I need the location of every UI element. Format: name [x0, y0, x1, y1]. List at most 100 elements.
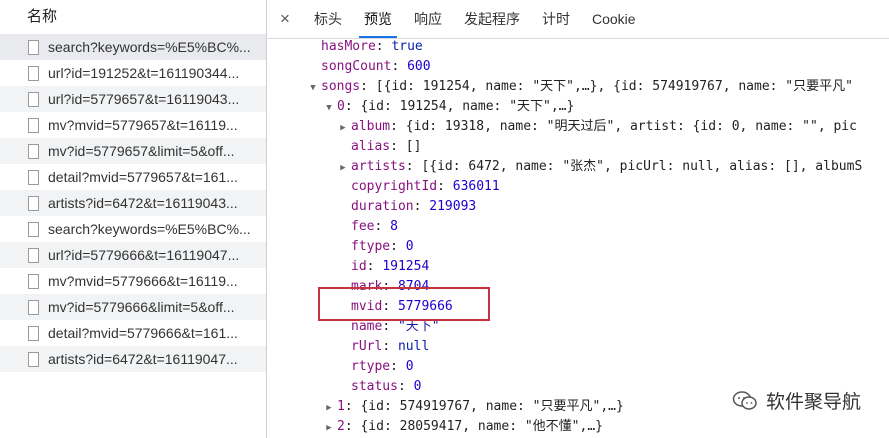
request-row[interactable]: mv?mvid=5779657&t=16119... — [0, 112, 266, 138]
tree-row: ftype: 0 — [351, 239, 414, 254]
collapse-arrow-icon[interactable]: ▼ — [323, 98, 335, 118]
expand-arrow-icon[interactable]: ▶ — [323, 418, 335, 438]
document-icon — [28, 143, 39, 159]
tree-row[interactable]: ▶ 1: {id: 574919767, name: "只要平凡",…} — [323, 397, 624, 417]
json-preview-tree: hasMore: true songCount: 600 ▼ songs: [{i… — [267, 38, 889, 438]
document-icon — [28, 273, 39, 289]
request-row[interactable]: artists?id=6472&t=16119043... — [0, 190, 266, 216]
request-name: url?id=191252&t=161190344... — [48, 65, 240, 81]
request-row[interactable]: artists?id=6472&t=16119047... — [0, 346, 266, 372]
document-icon — [28, 117, 39, 133]
request-name: url?id=5779666&t=16119047... — [48, 247, 240, 263]
wechat-official-account-icon — [732, 390, 757, 410]
tree-row: hasMore: true — [321, 39, 423, 54]
request-row[interactable]: mv?id=5779657&limit=5&off... — [0, 138, 266, 164]
json-value: true — [391, 39, 423, 54]
json-value: [] — [405, 139, 422, 154]
json-value: 191254 — [382, 259, 430, 274]
request-name: detail?mvid=5779657&t=161... — [48, 169, 238, 185]
request-row[interactable]: url?id=191252&t=161190344... — [0, 60, 266, 86]
json-key: album — [351, 119, 391, 134]
tree-row[interactable]: ▼ songs: [{id: 191254, name: "天下",…}, {id… — [307, 77, 853, 97]
json-value: {id: 28059417, name: "他不懂",…} — [360, 419, 603, 434]
request-row[interactable]: search?keywords=%E5%BC%... — [0, 34, 266, 60]
tree-row[interactable]: ▶ album: {id: 19318, name: "明天过后", artist… — [337, 117, 857, 137]
detail-tabbar: × 标头 预览 响应 发起程序 计时 Cookie — [267, 0, 889, 39]
collapse-arrow-icon[interactable]: ▼ — [307, 78, 319, 98]
name-column-header[interactable]: 名称 — [0, 0, 266, 35]
document-icon — [28, 247, 39, 263]
tree-row: fee: 8 — [351, 219, 398, 234]
tab-cookies[interactable]: Cookie — [581, 0, 647, 38]
tree-row: songCount: 600 — [321, 59, 431, 74]
request-name: mv?id=5779666&limit=5&off... — [48, 299, 235, 315]
expand-arrow-icon[interactable]: ▶ — [323, 398, 335, 418]
document-icon — [28, 39, 39, 55]
request-name: artists?id=6472&t=16119043... — [48, 195, 238, 211]
json-value: null — [397, 339, 430, 354]
tab-preview[interactable]: 预览 — [353, 0, 403, 38]
json-key: hasMore — [321, 39, 376, 54]
request-name: mv?mvid=5779657&t=16119... — [48, 117, 238, 133]
json-key: songCount — [321, 59, 392, 74]
request-list: search?keywords=%E5%BC%... url?id=191252&… — [0, 34, 266, 372]
document-icon — [28, 351, 39, 367]
json-value: 0 — [413, 379, 422, 394]
document-icon — [28, 325, 39, 341]
request-row[interactable]: search?keywords=%E5%BC%... — [0, 216, 266, 242]
tab-timing[interactable]: 计时 — [531, 0, 581, 38]
json-key: name — [351, 319, 383, 334]
json-value: {id: 19318, name: "明天过后", artist: {id: 0… — [405, 119, 857, 134]
json-value: 600 — [407, 59, 431, 74]
tree-row[interactable]: ▼ 0: {id: 191254, name: "天下",…} — [323, 97, 574, 117]
json-key: 2 — [337, 419, 345, 434]
tree-row: alias: [] — [351, 139, 422, 154]
request-row[interactable]: mv?id=5779666&limit=5&off... — [0, 294, 266, 320]
json-value: 219093 — [429, 199, 477, 214]
document-icon — [28, 91, 39, 107]
json-key: rUrl — [351, 339, 383, 354]
request-row[interactable]: url?id=5779657&t=16119043... — [0, 86, 266, 112]
tree-row: status: 0 — [351, 379, 422, 394]
request-list-panel: 名称 search?keywords=%E5%BC%... url?id=1912… — [0, 0, 267, 438]
tab-initiator[interactable]: 发起程序 — [453, 0, 531, 38]
tree-row: rtype: 0 — [351, 359, 414, 374]
request-name: url?id=5779657&t=16119043... — [48, 91, 240, 107]
tree-row: copyrightId: 636011 — [351, 179, 500, 194]
request-name: artists?id=6472&t=16119047... — [48, 351, 238, 367]
request-name: detail?mvid=5779666&t=161... — [48, 325, 238, 341]
request-row[interactable]: mv?mvid=5779666&t=16119... — [0, 268, 266, 294]
json-value: {id: 574919767, name: "只要平凡",…} — [360, 399, 624, 414]
tab-response[interactable]: 响应 — [403, 0, 453, 38]
document-icon — [28, 195, 39, 211]
json-value: 636011 — [452, 179, 500, 194]
expand-arrow-icon[interactable]: ▶ — [337, 118, 349, 138]
json-value: 8 — [390, 219, 398, 234]
json-key: ftype — [351, 239, 391, 254]
watermark-text: 软件聚导航 — [765, 392, 861, 413]
expand-arrow-icon[interactable]: ▶ — [337, 158, 349, 178]
request-row[interactable]: detail?mvid=5779657&t=161... — [0, 164, 266, 190]
json-key: duration — [351, 199, 414, 214]
request-row[interactable]: detail?mvid=5779666&t=161... — [0, 320, 266, 346]
json-key: status — [351, 379, 398, 394]
request-row[interactable]: url?id=5779666&t=16119047... — [0, 242, 266, 268]
json-key: 1 — [337, 399, 345, 414]
tree-row: id: 191254 — [351, 259, 430, 274]
json-key: copyrightId — [351, 179, 438, 194]
tree-row[interactable]: ▶ artists: [{id: 6472, name: "张杰", picUrl… — [337, 157, 862, 177]
watermark: 软件聚导航 — [731, 387, 861, 414]
json-key: songs — [321, 79, 361, 94]
json-key: id — [351, 259, 367, 274]
request-name: search?keywords=%E5%BC%... — [48, 221, 251, 237]
document-icon — [28, 169, 39, 185]
document-icon — [28, 299, 39, 315]
document-icon — [28, 221, 39, 237]
json-key: artists — [351, 159, 406, 174]
json-value: 0 — [405, 239, 414, 254]
tree-row[interactable]: ▶ 2: {id: 28059417, name: "他不懂",…} — [323, 417, 603, 437]
json-key: fee — [351, 219, 375, 234]
json-value: {id: 191254, name: "天下",…} — [360, 99, 575, 114]
close-icon[interactable]: × — [267, 9, 303, 29]
tab-headers[interactable]: 标头 — [303, 0, 353, 38]
